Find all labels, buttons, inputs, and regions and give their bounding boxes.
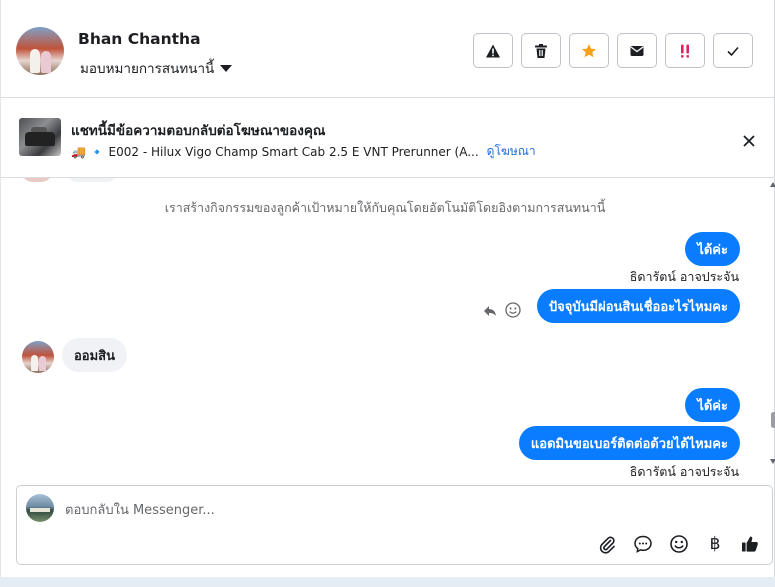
paperclip-icon bbox=[599, 536, 615, 554]
scroll-thumb[interactable] bbox=[771, 412, 775, 428]
report-button[interactable] bbox=[473, 33, 513, 68]
reply-input[interactable] bbox=[65, 500, 715, 520]
baht-icon: ฿ bbox=[709, 534, 721, 554]
payment-button[interactable]: ฿ bbox=[703, 532, 727, 556]
contact-avatar[interactable] bbox=[16, 27, 64, 75]
ad-thumbnail[interactable] bbox=[19, 118, 61, 156]
spam-button[interactable] bbox=[665, 33, 705, 68]
contact-avatar-small bbox=[22, 341, 54, 373]
reply-composer: ฿ bbox=[16, 485, 773, 565]
conversation-header: Bhan Chantha มอบหมายการสนทนานี้ bbox=[1, 0, 775, 98]
caret-down-icon bbox=[220, 64, 233, 72]
saved-replies-button[interactable] bbox=[631, 532, 655, 556]
outgoing-message[interactable]: แอดมินขอเบอร์ติดต่อด้วยได้ไหมคะ bbox=[518, 426, 740, 460]
star-icon bbox=[582, 43, 596, 57]
partial-avatar bbox=[21, 178, 53, 182]
ad-description-row: 🚚 🔹 E002 - Hilux Vigo Champ Smart Cab 2.… bbox=[71, 142, 536, 161]
envelope-icon bbox=[630, 45, 644, 56]
assign-label: มอบหมายการสนทนานี้ bbox=[80, 61, 215, 77]
outgoing-message[interactable]: ได้ค่ะ bbox=[685, 232, 740, 266]
conversation-panel: Bhan Chantha มอบหมายการสนทนานี้ แชทนี้มี… bbox=[0, 0, 775, 577]
checkmark-icon bbox=[727, 46, 739, 56]
ad-description: 🚚 🔹 E002 - Hilux Vigo Champ Smart Cab 2.… bbox=[71, 144, 479, 159]
scroll-down-arrow-icon[interactable] bbox=[770, 459, 775, 464]
ad-context-banner: แชทนี้มีข้อความตอบกลับต่อโฆษณาของคุณ 🚚 🔹… bbox=[1, 98, 775, 178]
outgoing-message[interactable]: ได้ค่ะ bbox=[685, 388, 740, 422]
reply-icon[interactable] bbox=[482, 303, 498, 319]
double-exclamation-icon bbox=[681, 44, 689, 58]
system-note: เราสร้างกิจกรรมของลูกค้าเป้าหมายให้กับคุ… bbox=[164, 200, 606, 215]
follow-up-button[interactable] bbox=[569, 33, 609, 68]
outgoing-message[interactable]: ปัจจุบันมีผ่อนสินเชื่ออะไรไหมคะ bbox=[536, 289, 740, 323]
ad-banner-title: แชทนี้มีข้อความตอบกลับต่อโฆษณาของคุณ bbox=[71, 123, 326, 139]
assign-conversation-dropdown[interactable]: มอบหมายการสนทนานี้ bbox=[80, 57, 233, 79]
message-sender-label: ธิดารัตน์ อาจประจัน bbox=[629, 464, 739, 478]
attach-button[interactable] bbox=[595, 532, 619, 556]
thumbs-up-icon bbox=[742, 536, 758, 552]
bottom-strip bbox=[0, 577, 775, 587]
mark-done-button[interactable] bbox=[713, 33, 753, 68]
close-icon bbox=[743, 135, 755, 147]
partial-message-bubble bbox=[64, 178, 120, 182]
warning-icon bbox=[486, 44, 500, 57]
trash-icon bbox=[535, 43, 547, 58]
emoji-button[interactable] bbox=[667, 532, 691, 556]
chat-bubble-icon bbox=[634, 535, 652, 553]
message-thread[interactable]: เราสร้างกิจกรรมของลูกค้าเป้าหมายให้กับคุ… bbox=[1, 178, 769, 478]
mark-unread-button[interactable] bbox=[617, 33, 657, 68]
delete-button[interactable] bbox=[521, 33, 561, 68]
message-sender-label: ธิดารัตน์ อาจประจัน bbox=[629, 269, 739, 284]
scroll-up-arrow-icon[interactable] bbox=[770, 182, 775, 187]
react-emoji-icon[interactable] bbox=[505, 302, 521, 318]
emoji-icon bbox=[670, 535, 688, 553]
view-ad-link[interactable]: ดูโฆษณา bbox=[487, 142, 536, 161]
incoming-message[interactable]: ออมสิน bbox=[62, 338, 128, 372]
close-ad-banner-button[interactable] bbox=[738, 130, 760, 152]
thumbs-up-button[interactable] bbox=[738, 532, 762, 556]
chat-scrollbar[interactable] bbox=[769, 178, 775, 470]
contact-name[interactable]: Bhan Chantha bbox=[78, 30, 201, 48]
page-avatar bbox=[26, 494, 54, 522]
